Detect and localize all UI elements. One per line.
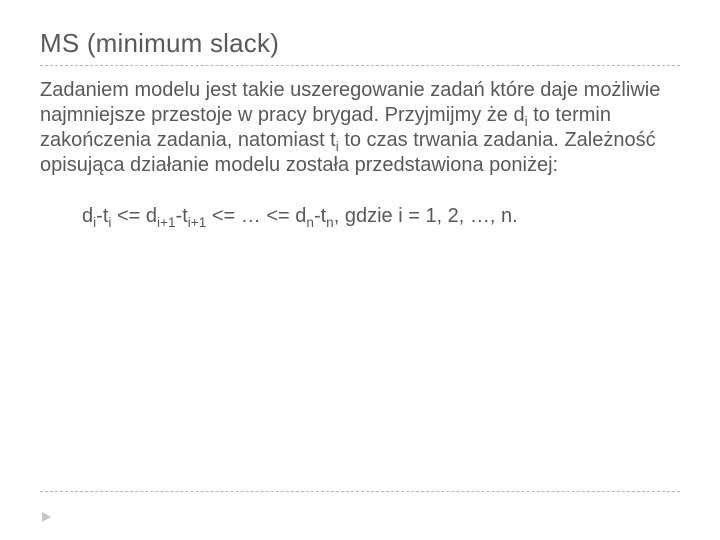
title-divider: [40, 65, 680, 66]
f-4: -t: [176, 205, 188, 227]
f-s3: i+1: [157, 215, 176, 230]
formula-line: di-ti <= di+1-ti+1 <= … <= dn-tn, gdzie …: [82, 204, 680, 229]
f-s5: n: [306, 215, 314, 230]
f-6: -t: [314, 205, 326, 227]
f-3: <= d: [111, 205, 157, 227]
footer-divider: [40, 491, 680, 492]
f-s6: n: [326, 215, 334, 230]
f-s4: i+1: [188, 215, 207, 230]
f-7: , gdzie i = 1, 2, …, n.: [334, 205, 518, 227]
arrow-right-icon: [42, 512, 51, 522]
f-1: d: [82, 205, 93, 227]
slide-title: MS (minimum slack): [40, 28, 680, 59]
f-5: <= … <= d: [206, 205, 306, 227]
slide: MS (minimum slack) Zadaniem modelu jest …: [0, 0, 720, 540]
body-paragraph: Zadaniem modelu jest takie uszeregowanie…: [40, 78, 680, 178]
f-2: -t: [96, 205, 108, 227]
